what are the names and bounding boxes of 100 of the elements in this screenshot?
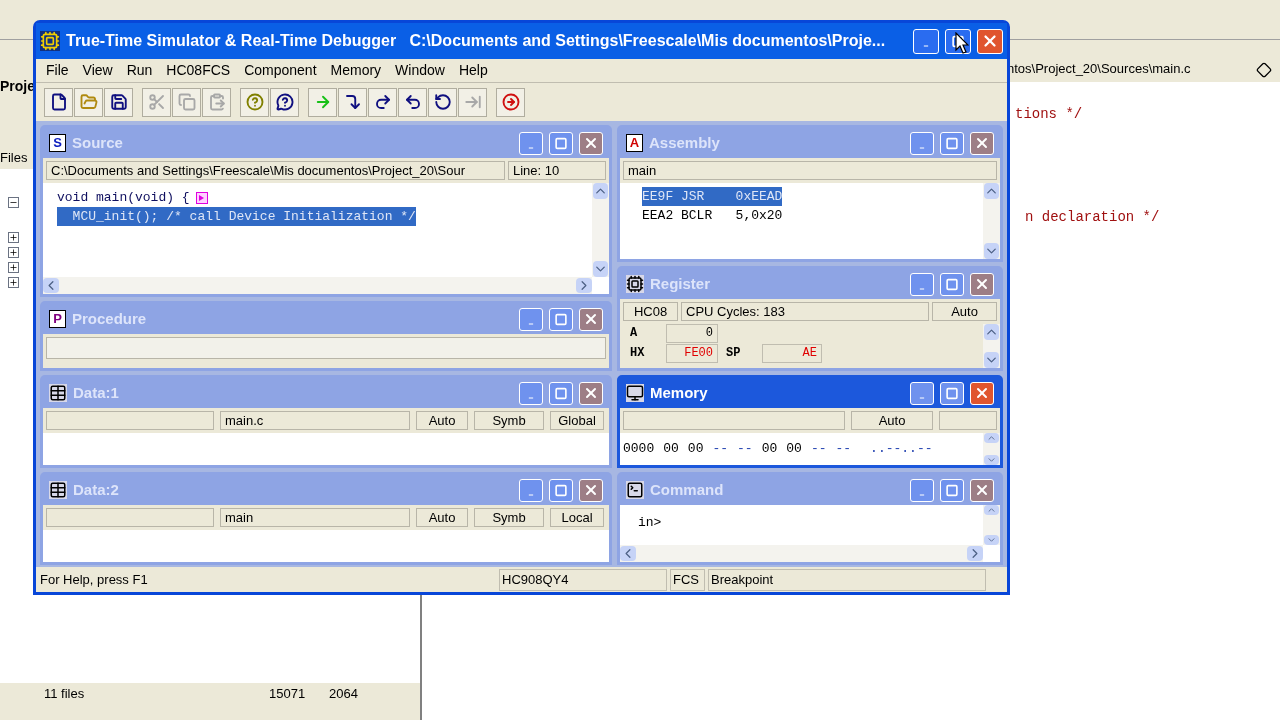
scroll-down-icon[interactable] — [984, 352, 999, 368]
circular-arrow-icon — [433, 93, 452, 111]
menu-item[interactable]: Component — [238, 60, 323, 81]
close-button[interactable] — [579, 307, 603, 331]
assembly-step-button[interactable] — [428, 87, 457, 117]
pane-title: Register — [650, 273, 712, 294]
expand-icon[interactable] — [8, 247, 19, 258]
menu-item[interactable]: File — [40, 60, 75, 81]
expand-icon[interactable] — [8, 262, 19, 273]
menu-item[interactable]: Window — [389, 60, 451, 81]
vertical-scrollbar[interactable] — [983, 433, 1000, 465]
step-over-button[interactable] — [368, 87, 397, 117]
maximize-button[interactable] — [940, 381, 964, 405]
vertical-scrollbar[interactable] — [983, 505, 1000, 545]
empty-field — [939, 411, 997, 430]
close-button[interactable] — [970, 381, 994, 405]
scroll-up-icon[interactable] — [984, 505, 999, 515]
scroll-down-icon[interactable] — [593, 261, 608, 277]
close-icon — [583, 482, 599, 498]
register-name: HX — [630, 345, 646, 362]
minimize-button[interactable] — [910, 478, 934, 502]
files-tab[interactable]: Files — [0, 148, 28, 168]
scroll-up-icon[interactable] — [984, 183, 999, 199]
memory-byte: -- — [835, 440, 852, 459]
memory-byte: -- — [737, 440, 753, 459]
scroll-up-icon[interactable] — [593, 183, 608, 199]
scroll-up-icon[interactable] — [984, 433, 999, 443]
close-button[interactable] — [970, 272, 994, 296]
assembly-line: EEA2 BCLR 5,0x20 — [642, 207, 783, 225]
code-size: 15071 — [269, 685, 307, 704]
minimize-button[interactable] — [910, 131, 934, 155]
single-step-button[interactable] — [338, 87, 367, 117]
diamond-icon[interactable] — [1256, 62, 1272, 78]
close-button[interactable] — [579, 381, 603, 405]
minimize-button[interactable] — [910, 272, 934, 296]
editor-file-path: ntos\Project_20\Sources\main.c — [1007, 59, 1192, 78]
project-tab[interactable]: Proje — [0, 75, 35, 97]
data-icon — [49, 384, 67, 402]
register-value[interactable]: FE00 — [666, 344, 718, 363]
maximize-icon — [554, 136, 568, 150]
close-icon — [974, 482, 990, 498]
maximize-icon — [945, 277, 959, 291]
close-icon — [974, 385, 990, 401]
file-path: C:\Documents and Settings\Freescale\Mis documentos\Project_20\Sour — [46, 161, 505, 180]
range-field: Local — [550, 508, 604, 527]
question-bubble-icon — [275, 93, 294, 111]
scroll-down-icon[interactable] — [984, 243, 999, 259]
help-button[interactable] — [240, 87, 269, 117]
expand-icon[interactable] — [8, 277, 19, 288]
close-button[interactable] — [579, 478, 603, 502]
close-button[interactable] — [970, 478, 994, 502]
register-name: A — [630, 325, 639, 342]
scroll-down-icon[interactable] — [984, 455, 999, 465]
scroll-right-icon[interactable] — [576, 278, 592, 293]
scroll-down-icon[interactable] — [984, 535, 999, 545]
close-icon — [981, 32, 999, 50]
minimize-button[interactable] — [519, 131, 543, 155]
menu-item[interactable]: Help — [452, 60, 494, 81]
step-out-button[interactable] — [398, 87, 427, 117]
menu-item[interactable]: View — [76, 60, 119, 81]
vertical-scrollbar[interactable] — [592, 183, 609, 277]
vertical-scrollbar[interactable] — [983, 183, 1000, 259]
close-button[interactable] — [970, 131, 994, 155]
minimize-icon — [917, 144, 927, 151]
vertical-scrollbar[interactable] — [983, 324, 1000, 368]
scroll-up-icon[interactable] — [984, 324, 999, 340]
close-button[interactable] — [579, 131, 603, 155]
reset-button[interactable] — [496, 87, 525, 117]
memory-byte: -- — [810, 440, 827, 459]
register-value[interactable]: 0 — [666, 324, 718, 343]
minimize-button[interactable] — [519, 307, 543, 331]
menu-item[interactable]: Memory — [324, 60, 388, 81]
close-button[interactable] — [977, 28, 1003, 54]
register-value[interactable]: AE — [762, 344, 822, 363]
scroll-left-icon[interactable] — [43, 278, 59, 293]
horizontal-scrollbar[interactable] — [620, 545, 983, 562]
minimize-icon — [526, 394, 536, 401]
context-help-button[interactable] — [270, 87, 299, 117]
collapse-icon[interactable] — [8, 197, 19, 208]
memory-address: 0000 — [623, 440, 655, 459]
range-field: Global — [550, 411, 604, 430]
arrow-to-line-icon — [463, 93, 482, 111]
minimize-button[interactable] — [519, 381, 543, 405]
save-button[interactable] — [104, 87, 133, 117]
start-button[interactable] — [308, 87, 337, 117]
scroll-left-icon[interactable] — [620, 546, 636, 561]
menu-item[interactable]: HC08FCS — [160, 60, 237, 81]
minimize-button[interactable] — [519, 478, 543, 502]
pane-title: Data:1 — [73, 382, 120, 403]
horizontal-scrollbar[interactable] — [43, 277, 592, 294]
cycles-field: CPU Cycles: 183 — [681, 302, 929, 321]
minimize-button[interactable] — [910, 381, 934, 405]
scroll-right-icon[interactable] — [967, 546, 983, 561]
data-size: 2064 — [329, 685, 358, 704]
new-button[interactable] — [44, 87, 73, 117]
minimize-button[interactable] — [913, 28, 939, 54]
expand-icon[interactable] — [8, 232, 19, 243]
menu-item[interactable]: Run — [120, 60, 159, 81]
pane-title: Data:2 — [73, 479, 120, 500]
close-icon — [583, 311, 599, 327]
